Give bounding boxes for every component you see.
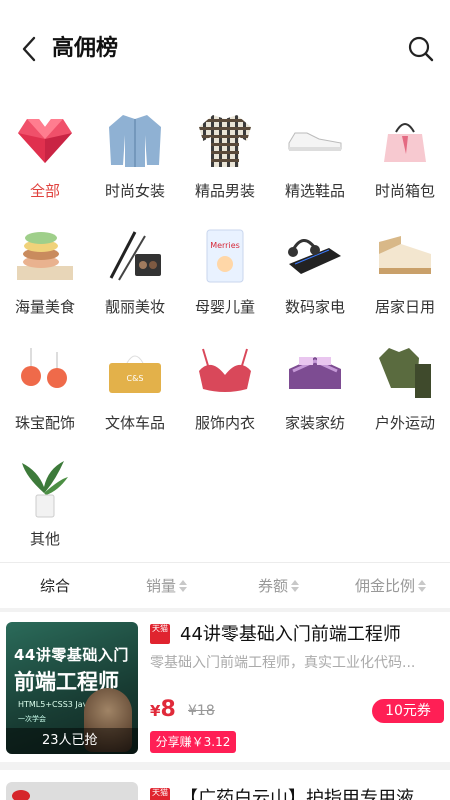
sort-label: 券额 [258, 577, 289, 595]
sort-bar: 综合 销量 券额 佣金比例 [0, 562, 450, 608]
search-icon [408, 36, 434, 62]
bedding-icon [285, 338, 345, 406]
sort-label: 综合 [40, 577, 71, 595]
thumb-line1: 44讲零基础入门 [14, 646, 129, 664]
category-label: 海量美食 [14, 298, 75, 316]
share-earn-button[interactable]: 分享赚￥3.12 [150, 731, 236, 753]
svg-text:Merries: Merries [210, 241, 240, 250]
sort-commission[interactable]: 佣金比例 [355, 563, 427, 609]
sort-arrows-icon [179, 580, 188, 592]
category-home[interactable]: 居家日用 [360, 222, 450, 338]
sort-arrows-icon [291, 580, 300, 592]
sold-count: 23人已抢 [6, 728, 138, 754]
tissue-box-icon: C&S [105, 338, 165, 406]
category-women[interactable]: 时尚女装 [90, 106, 180, 222]
earrings-icon [15, 338, 75, 406]
product-description: 零基础入门前端工程师，真实工业化代码... [150, 655, 416, 671]
category-grid: 全部 时尚女装 精品男装 精选鞋品 时尚箱包 海量美食 靓丽美妆 Merries… [0, 100, 450, 562]
category-beauty[interactable]: 靓丽美妆 [90, 222, 180, 338]
category-label: 文体车品 [104, 414, 165, 432]
category-label: 家装家纺 [284, 414, 345, 432]
sort-sales[interactable]: 销量 [146, 563, 188, 609]
original-price: ¥18 [188, 703, 215, 719]
chevron-left-icon [22, 36, 36, 62]
denim-jacket-icon [105, 106, 165, 174]
category-digital[interactable]: 数码家电 [270, 222, 360, 338]
app: 高佣榜 全部 时尚女装 精品男装 精选鞋品 时尚箱包 海量美食 靓丽美妆 Mer… [0, 0, 450, 800]
sort-coupon[interactable]: 券额 [258, 563, 300, 609]
diaper-pack-icon: Merries [195, 222, 255, 290]
keyboard-headset-icon [285, 222, 345, 290]
category-other[interactable]: 其他 [0, 454, 90, 570]
svg-text:C&S: C&S [127, 374, 144, 383]
brand-logo-icon [12, 790, 30, 800]
bra-icon [195, 338, 255, 406]
sort-label: 销量 [146, 577, 177, 595]
tmall-badge: 天猫 [150, 624, 170, 644]
back-button[interactable] [14, 34, 44, 64]
makeup-icon [105, 222, 165, 290]
category-textiles[interactable]: 家装家纺 [270, 338, 360, 454]
category-stationery[interactable]: C&S 文体车品 [90, 338, 180, 454]
sort-label: 佣金比例 [355, 577, 416, 595]
category-label: 精选鞋品 [284, 182, 345, 200]
category-bags[interactable]: 时尚箱包 [360, 106, 450, 222]
sort-arrows-icon [418, 580, 427, 592]
category-food[interactable]: 海量美食 [0, 222, 90, 338]
header: 高佣榜 [0, 0, 450, 100]
category-label: 其他 [29, 530, 60, 548]
search-button[interactable] [406, 34, 436, 64]
category-label: 全部 [29, 182, 60, 200]
sneaker-icon [285, 106, 345, 174]
product-title[interactable]: 44讲零基础入门前端工程师 [180, 620, 440, 646]
category-jewelry[interactable]: 珠宝配饰 [0, 338, 90, 454]
coupon-badge[interactable]: 10元券 [372, 699, 444, 723]
plaid-shirt-icon [195, 106, 255, 174]
product-title[interactable]: 【广药白云山】护指甲专用液 [180, 784, 440, 800]
category-all[interactable]: 全部 [0, 106, 90, 222]
category-label: 珠宝配饰 [14, 414, 75, 432]
price-symbol: ¥ [150, 702, 161, 720]
category-label: 时尚箱包 [374, 182, 435, 200]
handbag-icon [375, 106, 435, 174]
category-label: 时尚女装 [104, 182, 165, 200]
category-label: 精品男装 [194, 182, 255, 200]
bed-icon [375, 222, 435, 290]
category-underwear[interactable]: 服饰内衣 [180, 338, 270, 454]
category-baby[interactable]: Merries 母婴儿童 [180, 222, 270, 338]
outdoor-jacket-icon [375, 338, 435, 406]
product-thumbnail[interactable] [6, 782, 138, 800]
category-label: 数码家电 [284, 298, 345, 316]
price-value: 8 [160, 697, 176, 722]
category-label: 户外运动 [374, 414, 435, 432]
category-label: 母婴儿童 [194, 298, 255, 316]
product-price: ¥8 [150, 697, 176, 722]
tmall-badge: 天猫 [150, 788, 170, 800]
thumb-line4: 一次学会 [18, 715, 46, 723]
category-men[interactable]: 精品男装 [180, 106, 270, 222]
category-label: 靓丽美妆 [104, 298, 165, 316]
category-label: 服饰内衣 [194, 414, 255, 432]
category-shoes[interactable]: 精选鞋品 [270, 106, 360, 222]
page-title: 高佣榜 [52, 36, 119, 61]
sort-comprehensive[interactable]: 综合 [40, 563, 70, 609]
macaron-icon [15, 222, 75, 290]
plant-icon [15, 454, 75, 522]
product-thumbnail[interactable]: 44讲零基础入门 前端工程师 HTML5+CSS3 JavaScript 一次学… [6, 622, 138, 754]
category-outdoor[interactable]: 户外运动 [360, 338, 450, 454]
heart-gem-icon [15, 106, 75, 174]
category-label: 居家日用 [374, 298, 435, 316]
